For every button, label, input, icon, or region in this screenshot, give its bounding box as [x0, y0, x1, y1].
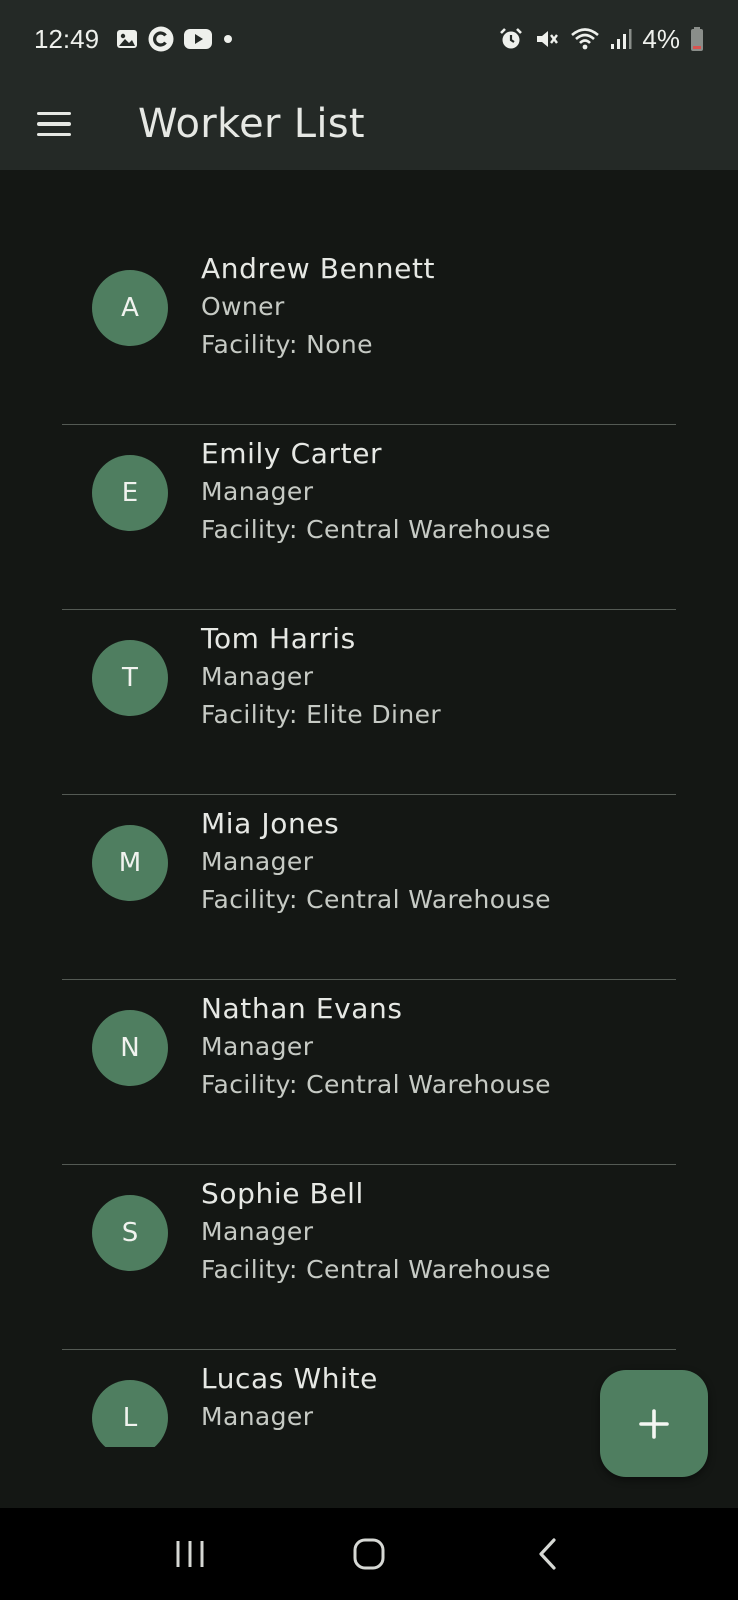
worker-facility: Facility: Elite Diner [201, 700, 442, 729]
worker-role: Owner [201, 292, 285, 321]
signal-icon [610, 27, 632, 51]
worker-avatar: E [92, 455, 168, 531]
c-app-notification-icon [147, 25, 175, 53]
worker-role: Manager [201, 662, 314, 691]
worker-name: Lucas White [201, 1362, 378, 1395]
worker-name: Sophie Bell [201, 1177, 364, 1210]
worker-list: A Andrew Bennett Owner Facility: None E … [62, 240, 676, 1447]
plus-icon [639, 1408, 669, 1439]
status-right: 4% [498, 24, 704, 55]
battery-percent: 4% [642, 23, 680, 54]
page-title: Worker List [138, 101, 365, 147]
menu-line [37, 122, 71, 126]
back-icon [539, 1538, 556, 1570]
worker-role: Manager [201, 1402, 314, 1431]
battery-icon [690, 26, 704, 52]
worker-text: Sophie Bell Manager Facility: Central Wa… [201, 1175, 551, 1289]
worker-text: Andrew Bennett Owner Facility: None [201, 250, 435, 364]
wifi-icon [570, 26, 600, 52]
notification-dot-icon [221, 32, 235, 46]
menu-line [37, 111, 71, 116]
worker-facility: Facility: Central Warehouse [201, 885, 551, 914]
add-worker-button[interactable] [600, 1370, 708, 1477]
mute-icon [534, 26, 560, 52]
home-icon [353, 1538, 385, 1570]
worker-text: Lucas White Manager [201, 1360, 378, 1436]
status-bar: 12:49 4% [0, 0, 738, 78]
worker-role: Manager [201, 847, 314, 876]
worker-list-item[interactable]: M Mia Jones Manager Facility: Central Wa… [62, 795, 676, 980]
worker-list-viewport[interactable]: A Andrew Bennett Owner Facility: None E … [0, 170, 738, 1447]
worker-avatar: T [92, 640, 168, 716]
worker-role: Manager [201, 1032, 314, 1061]
worker-facility: Facility: Central Warehouse [201, 515, 551, 544]
worker-role: Manager [201, 477, 314, 506]
worker-list-item[interactable]: L Lucas White Manager [62, 1350, 676, 1447]
youtube-notification-icon [183, 27, 213, 51]
back-button[interactable] [508, 1524, 588, 1584]
worker-avatar: M [92, 825, 168, 901]
worker-facility: Facility: None [201, 330, 373, 359]
worker-list-item[interactable]: T Tom Harris Manager Facility: Elite Din… [62, 610, 676, 795]
menu-line [37, 132, 71, 137]
status-left: 12:49 [34, 24, 235, 55]
home-button[interactable] [329, 1524, 409, 1584]
worker-text: Mia Jones Manager Facility: Central Ware… [201, 805, 551, 919]
hamburger-menu-icon[interactable] [26, 96, 82, 152]
worker-list-item[interactable]: N Nathan Evans Manager Facility: Central… [62, 980, 676, 1165]
worker-name: Andrew Bennett [201, 252, 436, 285]
recents-icon [176, 1541, 204, 1567]
worker-facility: Facility: Central Warehouse [201, 1070, 551, 1099]
app-bar: Worker List [0, 78, 738, 170]
gallery-notification-icon [115, 27, 139, 51]
status-time: 12:49 [34, 23, 100, 54]
system-nav-bar [0, 1508, 738, 1600]
worker-text: Emily Carter Manager Facility: Central W… [201, 435, 551, 549]
worker-role: Manager [201, 1217, 314, 1246]
worker-avatar: A [92, 270, 168, 346]
worker-avatar: L [92, 1380, 168, 1447]
alarm-icon [498, 26, 524, 52]
worker-text: Tom Harris Manager Facility: Elite Diner [201, 620, 441, 734]
worker-list-item[interactable]: A Andrew Bennett Owner Facility: None [62, 240, 676, 425]
worker-name: Mia Jones [201, 807, 340, 840]
worker-name: Nathan Evans [201, 992, 403, 1025]
worker-list-item[interactable]: S Sophie Bell Manager Facility: Central … [62, 1165, 676, 1350]
screen: 12:49 4% Worker List A Andrew Bennett Ow… [0, 0, 738, 1600]
worker-name: Emily Carter [201, 437, 383, 470]
worker-list-item[interactable]: E Emily Carter Manager Facility: Central… [62, 425, 676, 610]
worker-text: Nathan Evans Manager Facility: Central W… [201, 990, 551, 1104]
worker-avatar: S [92, 1195, 168, 1271]
recents-button[interactable] [150, 1524, 230, 1584]
worker-name: Tom Harris [201, 622, 356, 655]
worker-facility: Facility: Central Warehouse [201, 1255, 551, 1284]
worker-avatar: N [92, 1010, 168, 1086]
